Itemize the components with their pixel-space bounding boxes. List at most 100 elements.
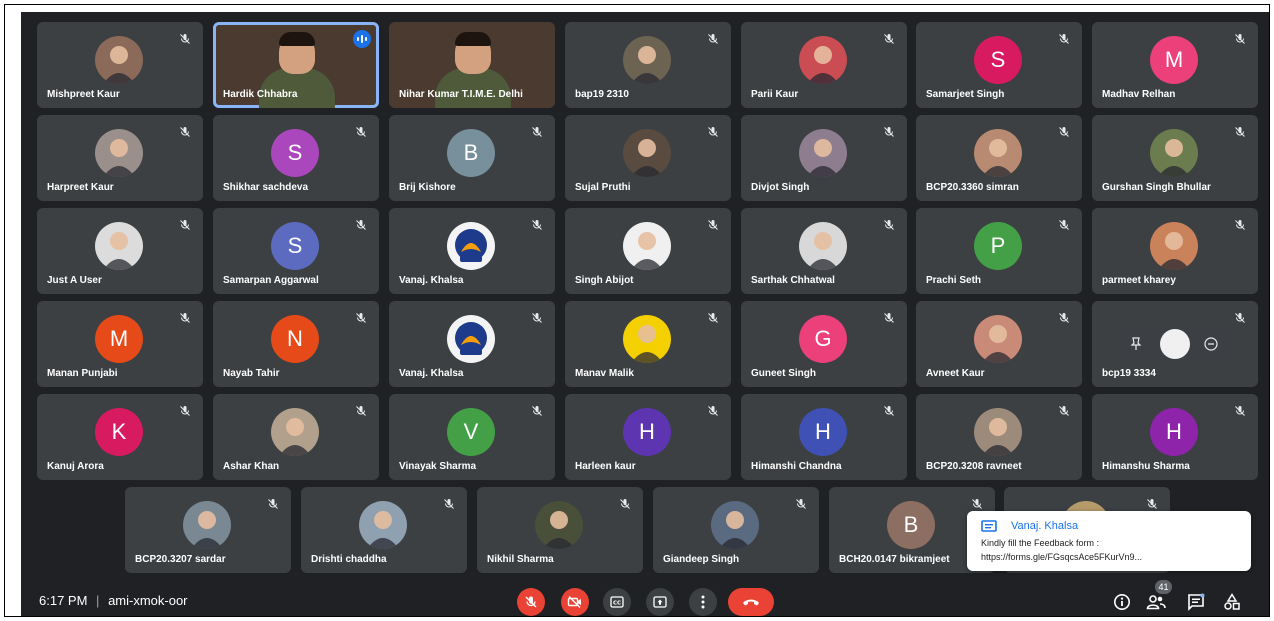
participant-name: Giandeep Singh [663,554,740,565]
participant-tile[interactable]: BCP20.3208 ravneet [916,394,1082,480]
participant-tile[interactable]: H Harleen kaur [565,394,731,480]
remove-icon[interactable] [1204,337,1218,351]
participant-tile[interactable]: M Manan Punjabi [37,301,203,387]
camera-off-icon [567,596,581,608]
participant-tile[interactable]: Divjot Singh [741,115,907,201]
participant-tile[interactable]: Vanaj. Khalsa [389,208,555,294]
mic-toggle-button[interactable] [517,588,545,616]
mic-muted-icon [179,125,191,137]
mic-muted-icon [355,404,367,416]
participant-photo [974,408,1022,456]
participant-name: bap19 2310 [575,89,629,100]
participant-tile[interactable]: parmeet kharey [1092,208,1258,294]
participant-photo [623,315,671,363]
chat-button[interactable] [1185,591,1207,613]
participant-tile[interactable]: Nikhil Sharma [477,487,643,573]
participant-photo [623,36,671,84]
participant-tile[interactable]: S Samarjeet Singh [916,22,1082,108]
participant-tile[interactable]: Mishpreet Kaur [37,22,203,108]
participant-tile[interactable]: Avneet Kaur [916,301,1082,387]
mic-muted-icon [179,218,191,230]
participant-tile[interactable]: Hardik Chhabra [213,22,379,108]
participant-tile[interactable]: Sujal Pruthi [565,115,731,201]
activities-button[interactable] [1221,591,1243,613]
participant-name: BCP20.3207 sardar [135,554,226,565]
participant-photo [95,36,143,84]
pin-icon[interactable] [1130,337,1142,351]
participant-avatar-letter: H [1150,408,1198,456]
chat-message-text: Kindly fill the Feedback form : [981,538,1100,548]
participant-tile[interactable]: V Vinayak Sharma [389,394,555,480]
mic-muted-icon [1234,125,1246,137]
participant-tile[interactable]: Parii Kaur [741,22,907,108]
meeting-time: 6:17 PM [39,593,88,608]
chat-sender: Vanaj. Khalsa [1011,520,1079,532]
participant-tile[interactable]: H Himanshi Chandna [741,394,907,480]
mic-muted-icon [707,218,719,230]
meeting-info-button[interactable] [1111,591,1133,613]
camera-toggle-button[interactable] [561,588,589,616]
participant-tile[interactable]: Manav Malik [565,301,731,387]
participant-tile[interactable]: N Nayab Tahir [213,301,379,387]
participant-photo [623,129,671,177]
participant-name: Harpreet Kaur [47,182,114,193]
mic-muted-icon [355,311,367,323]
participant-tile[interactable]: B Brij Kishore [389,115,555,201]
participant-name: Sujal Pruthi [575,182,631,193]
participant-name: Samarjeet Singh [926,89,1005,100]
participant-tile[interactable]: Singh Abijot [565,208,731,294]
speaking-indicator-icon [353,30,371,48]
participant-tile[interactable]: M Madhav Relhan [1092,22,1258,108]
captions-button[interactable]: CC [603,588,631,616]
participant-tile[interactable]: BCP20.3360 simran [916,115,1082,201]
participant-tile[interactable]: Sarthak Chhatwal [741,208,907,294]
participant-name: Nihar Kumar T.I.M.E. Delhi [399,89,523,100]
participant-tile[interactable]: Just A User [37,208,203,294]
participant-tile[interactable]: Gurshan Singh Bhullar [1092,115,1258,201]
participant-avatar-letter: N [271,315,319,363]
mic-muted-icon [1058,32,1070,44]
participant-tile[interactable]: G Guneet Singh [741,301,907,387]
participant-tile[interactable]: Ashar Khan [213,394,379,480]
leave-call-button[interactable] [728,588,774,616]
info-icon [1114,594,1130,610]
participant-tile[interactable]: Vanaj. Khalsa [389,301,555,387]
mic-muted-icon [531,311,543,323]
participant-photo [799,222,847,270]
participant-name: BCH20.0147 bikramjeet [839,554,950,565]
mic-muted-icon [883,218,895,230]
mic-muted-icon [267,497,279,509]
mic-muted-icon [1058,311,1070,323]
participant-tile[interactable]: Drishti chaddha [301,487,467,573]
participant-tile[interactable]: bap19 2310 [565,22,731,108]
participant-name: Ashar Khan [223,461,280,472]
participant-tile[interactable]: Harpreet Kaur [37,115,203,201]
participant-tile[interactable]: BCP20.3207 sardar [125,487,291,573]
participant-photo [974,129,1022,177]
chat-message-link[interactable]: https://forms.gle/FGsqcsAce5FKurVn9... [981,552,1142,562]
participant-tile[interactable]: H Himanshu Sharma [1092,394,1258,480]
mic-muted-icon [443,497,455,509]
participant-logo [447,222,495,270]
present-button[interactable] [646,588,674,616]
participant-tile[interactable]: Nihar Kumar T.I.M.E. Delhi [389,22,555,108]
participant-avatar-letter: B [887,501,935,549]
participant-tile[interactable]: bcp19 3334 [1092,301,1258,387]
mic-muted-icon [1234,32,1246,44]
mic-muted-icon [1146,497,1158,509]
mic-muted-icon [707,311,719,323]
participant-name: Divjot Singh [751,182,810,193]
participant-tile[interactable]: S Shikhar sachdeva [213,115,379,201]
participant-tile[interactable]: Giandeep Singh [653,487,819,573]
participant-name: Harleen kaur [575,461,636,472]
chat-notification[interactable]: Vanaj. Khalsa Kindly fill the Feedback f… [967,511,1251,571]
participant-tile[interactable]: S Samarpan Aggarwal [213,208,379,294]
participant-name: Sarthak Chhatwal [751,275,835,286]
present-icon [653,596,667,608]
more-options-button[interactable] [689,588,717,616]
tile-hover-controls[interactable] [1120,329,1230,359]
people-button[interactable] [1145,591,1167,613]
participant-tile[interactable]: P Prachi Seth [916,208,1082,294]
participant-tile[interactable]: K Kanuj Arora [37,394,203,480]
participant-photo [183,501,231,549]
